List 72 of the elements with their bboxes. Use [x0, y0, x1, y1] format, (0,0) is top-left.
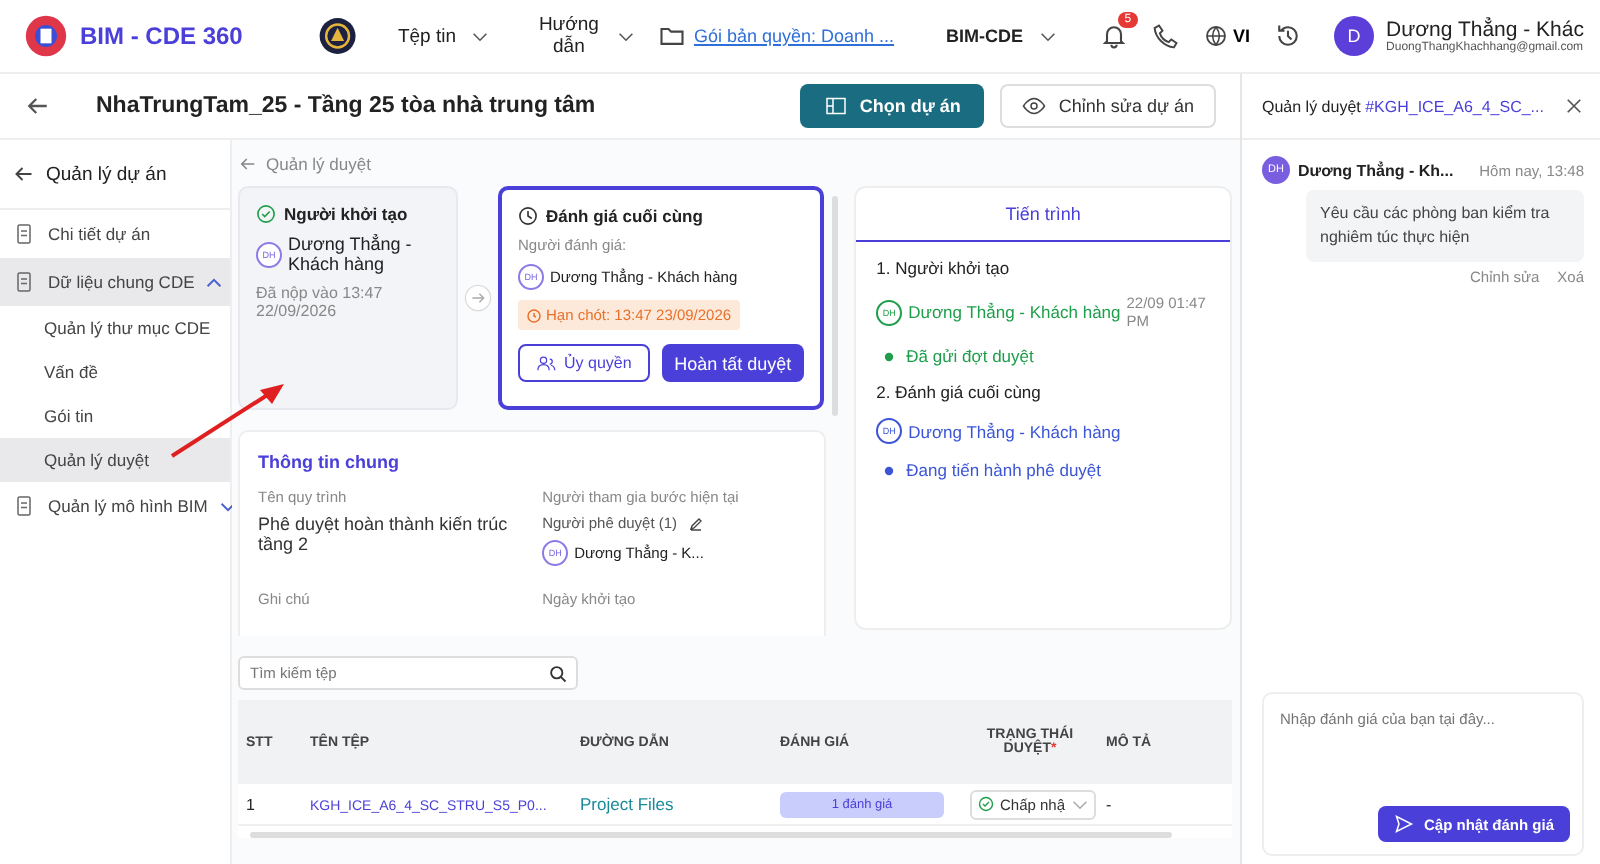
search-icon[interactable]	[548, 663, 568, 683]
path-link[interactable]: Project Files	[580, 794, 674, 814]
workspace-dropdown[interactable]: BIM-CDE	[946, 26, 1056, 46]
complete-review-button[interactable]: Hoàn tất duyệt	[661, 344, 804, 382]
step-title: Đánh giá cuối cùng	[546, 206, 703, 226]
back-arrow-icon	[12, 162, 36, 186]
language-selector[interactable]: VI	[1203, 24, 1251, 48]
breadcrumb-link[interactable]: Quản lý duyệt	[238, 140, 1232, 186]
person-name: Dương Thẳng - Khách hàng	[908, 302, 1121, 322]
license-link[interactable]: Gói bản quyền: Doanh ...	[693, 26, 895, 46]
menu-dropdown[interactable]: Tệp tin	[397, 25, 496, 47]
send-icon	[1393, 814, 1414, 834]
back-arrow-icon[interactable]	[24, 92, 52, 120]
sidebar-subitem[interactable]: Quản lý thư mục CDE	[0, 306, 230, 350]
project-title: NhaTrungTam_25 - Tầng 25 tòa nhà trung tâm	[96, 94, 598, 118]
clock-icon	[518, 206, 538, 226]
user-avatar[interactable]: D	[1334, 16, 1375, 56]
check-circle-icon	[978, 796, 994, 812]
sidebar-subitem[interactable]: Gói tin	[0, 394, 230, 438]
globe-icon	[1203, 24, 1228, 48]
caret-icon	[1039, 31, 1056, 41]
comment-author: Dương Thẳng - Kh...	[1298, 161, 1456, 179]
section-title: Thông tin chung	[258, 452, 401, 472]
user-name: Dương Thẳng - Khác	[1386, 18, 1584, 42]
stage-title: 2. Đánh giá cuối cùng	[876, 382, 1043, 402]
app-name[interactable]: BIM - CDE 360	[80, 22, 243, 50]
close-icon[interactable]	[1564, 96, 1584, 116]
person-name: Dương Thẳng - Khách hàng	[908, 421, 1121, 441]
choose-project-button[interactable]: Chọn dự án	[799, 84, 985, 128]
process-name: Phê duyệt hoàn thành kiến trúc tầng 2	[258, 514, 510, 554]
sidebar-item[interactable]: Dữ liệu chung CDE	[0, 258, 230, 306]
chevron-up-icon[interactable]	[206, 277, 223, 287]
status-dot-icon	[884, 351, 895, 361]
document-icon	[12, 494, 36, 518]
app-logo-icon	[24, 14, 68, 58]
edit-project-button[interactable]: Chỉnh sửa dự án	[1000, 84, 1216, 128]
users-icon	[536, 353, 556, 373]
sidebar-subitem[interactable]: Vấn đề	[0, 350, 230, 394]
progress-tab[interactable]: Tiến trình	[856, 188, 1230, 242]
table-cell-text: -	[1104, 795, 1114, 813]
history-icon[interactable]	[1274, 22, 1303, 50]
check-circle-icon	[256, 204, 276, 224]
status-dot-icon	[884, 465, 895, 475]
caret-icon	[617, 31, 634, 41]
caret-icon	[1071, 799, 1088, 809]
sidebar-item[interactable]: Quản lý mô hình BIM	[0, 482, 230, 530]
document-icon	[12, 222, 36, 246]
stage-status: Đang tiến hành phê duyệt	[906, 460, 1102, 480]
submitted-time: Đã nộp vào 13:47 22/09/2026	[256, 284, 385, 320]
sidebar-back-link[interactable]: Quản lý dự án	[0, 140, 230, 210]
back-arrow-icon	[238, 154, 258, 174]
clock-icon	[526, 307, 542, 323]
document-icon	[12, 270, 36, 294]
stage-status: Đã gửi đợt duyệt	[906, 346, 1034, 366]
emblem-icon	[318, 16, 358, 56]
pencil-icon[interactable]	[687, 515, 704, 531]
table-cell-text: 1	[244, 795, 257, 813]
phone-icon[interactable]	[1151, 22, 1180, 50]
sidebar-subitem[interactable]: Quản lý duyệt	[0, 438, 230, 482]
comment-text: Yêu cầu các phòng ban kiểm tra nghiêm túc thực hiện	[1306, 190, 1584, 262]
delegate-button[interactable]: Ủy quyền	[518, 344, 650, 382]
panel-title: Quản lý duyệt #KGH_ICE_A6_4_SC_...	[1262, 97, 1544, 115]
stage-title: 1. Người khởi tạo	[876, 258, 1012, 278]
menu-dropdown[interactable]: Hướng dẫn	[535, 14, 634, 58]
caret-icon	[472, 31, 488, 41]
layout-icon	[823, 94, 848, 118]
folder-icon	[657, 22, 686, 50]
sidebar-item[interactable]: Chi tiết dự án	[0, 210, 230, 258]
eye-icon	[1022, 94, 1047, 118]
step-title: Người khởi tạo	[284, 204, 408, 224]
person-name: Dương Thẳng - Khách hàng	[288, 234, 414, 274]
bell-icon[interactable]	[1099, 22, 1128, 50]
